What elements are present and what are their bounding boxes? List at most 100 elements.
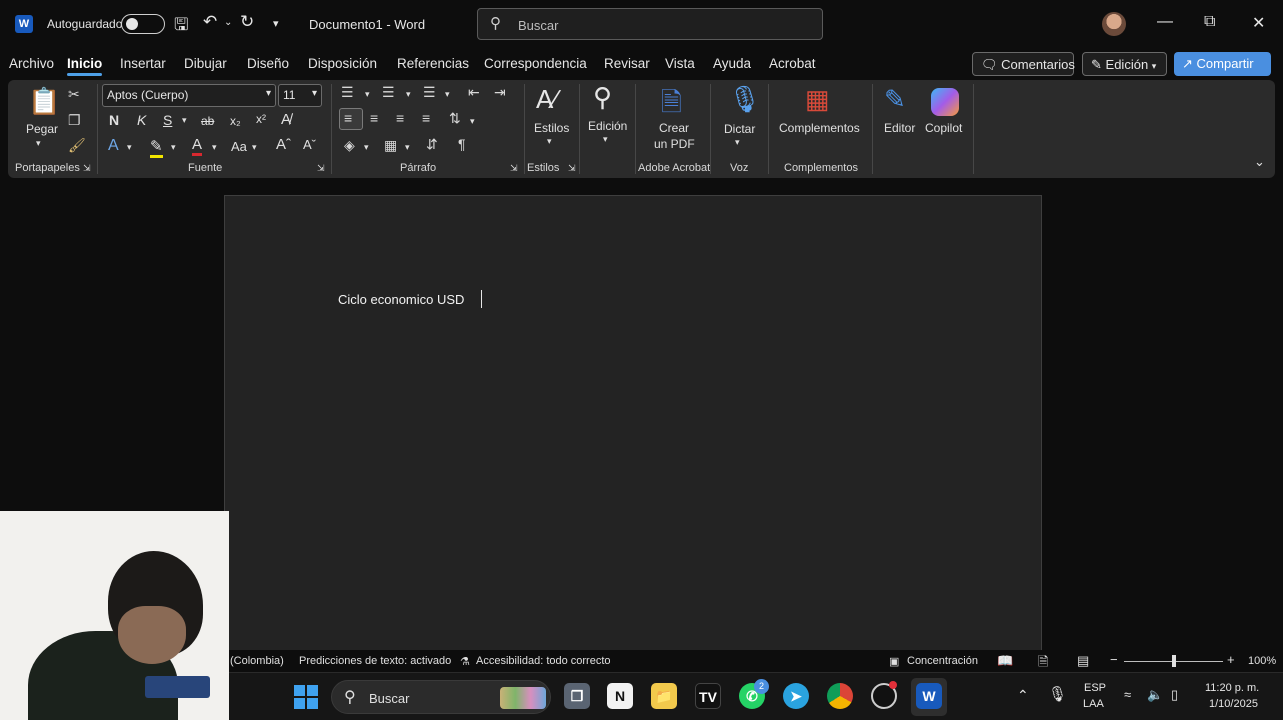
tradingview-icon[interactable]: TV bbox=[695, 683, 721, 709]
font-color-icon[interactable]: A bbox=[192, 136, 203, 156]
chevron-up-icon[interactable]: ⌃ bbox=[1017, 687, 1029, 704]
font-size-select[interactable]: 11 ▾ bbox=[278, 84, 322, 107]
find-icon[interactable]: ⚲ bbox=[593, 82, 612, 113]
tab-insertar[interactable]: Insertar bbox=[120, 56, 166, 71]
telegram-icon[interactable]: ➤ bbox=[783, 683, 809, 709]
decrease-indent-icon[interactable]: ⇤ bbox=[468, 84, 480, 101]
align-right-icon[interactable]: ≡ bbox=[396, 110, 404, 126]
text-predictions-status[interactable]: Predicciones de texto: activado bbox=[299, 655, 451, 667]
borders-icon[interactable]: ▦ bbox=[384, 137, 397, 154]
focus-button[interactable]: Concentración bbox=[907, 655, 978, 667]
volume-icon[interactable]: 🔈 bbox=[1147, 687, 1163, 703]
editor-button[interactable]: Editor bbox=[884, 121, 915, 135]
chrome-icon[interactable] bbox=[827, 683, 853, 709]
search-input[interactable]: ⚲ Buscar bbox=[477, 8, 823, 40]
zoom-in-icon[interactable]: + bbox=[1227, 652, 1235, 667]
read-mode-icon[interactable]: 📖 bbox=[997, 653, 1013, 669]
addins-button[interactable]: Complementos bbox=[779, 121, 860, 135]
microphone-tray-icon[interactable]: 🎙 bbox=[1048, 685, 1067, 703]
paste-label[interactable]: Pegar bbox=[26, 122, 58, 136]
styles-button[interactable]: Estilos bbox=[534, 121, 569, 135]
word-taskbar-icon[interactable]: W bbox=[916, 683, 942, 709]
highlight-icon[interactable]: ✎ bbox=[150, 137, 163, 158]
undo-icon[interactable]: ↶ bbox=[203, 12, 217, 32]
styles-icon[interactable]: A∕ bbox=[536, 84, 558, 115]
web-layout-icon[interactable]: ▤ bbox=[1077, 653, 1089, 669]
comments-button[interactable]: 🗨 Comentarios bbox=[972, 52, 1075, 76]
undo-dropdown-icon[interactable]: ⌄ bbox=[224, 17, 232, 28]
task-view-icon[interactable]: ❐ bbox=[564, 683, 590, 709]
input-language-2[interactable]: LAA bbox=[1083, 698, 1104, 710]
underline-dropdown-icon[interactable]: ▾ bbox=[182, 115, 187, 126]
customize-toolbar-icon[interactable]: ▾ bbox=[273, 17, 279, 30]
collapse-ribbon-icon[interactable]: ⌄ bbox=[1254, 154, 1265, 170]
chevron-down-icon[interactable]: ▾ bbox=[127, 142, 132, 153]
battery-icon[interactable]: ▯ bbox=[1171, 687, 1178, 703]
wifi-icon[interactable]: ≈ bbox=[1124, 687, 1131, 702]
clock-date[interactable]: 1/10/2025 bbox=[1209, 698, 1258, 710]
numbering-icon[interactable]: ☰ bbox=[382, 84, 395, 101]
share-button[interactable]: ↗ Compartir bbox=[1174, 52, 1271, 76]
clock-time[interactable]: 11:20 p. m. bbox=[1205, 682, 1259, 694]
increase-indent-icon[interactable]: ⇥ bbox=[494, 84, 506, 101]
justify-icon[interactable]: ≡ bbox=[422, 110, 430, 126]
font-name-select[interactable]: Aptos (Cuerpo) ▾ bbox=[102, 84, 276, 107]
align-center-icon[interactable]: ≡ bbox=[370, 110, 378, 126]
chevron-down-icon[interactable]: ▾ bbox=[603, 134, 608, 145]
chevron-down-icon[interactable]: ▾ bbox=[212, 142, 217, 153]
copy-icon[interactable]: ❐ bbox=[68, 112, 81, 129]
superscript-icon[interactable]: x² bbox=[256, 112, 266, 126]
create-pdf-label-2[interactable]: un PDF bbox=[654, 137, 695, 151]
autosave-toggle[interactable] bbox=[121, 14, 165, 34]
chevron-down-icon[interactable]: ▾ bbox=[406, 89, 411, 100]
notion-icon[interactable]: N bbox=[607, 683, 633, 709]
windows-start-icon[interactable] bbox=[294, 685, 318, 709]
accessibility-status[interactable]: Accesibilidad: todo correcto bbox=[476, 655, 611, 667]
tab-correspondencia[interactable]: Correspondencia bbox=[484, 56, 587, 71]
font-launcher-icon[interactable]: ⇲ bbox=[317, 163, 325, 174]
chevron-down-icon[interactable]: ▾ bbox=[252, 142, 257, 153]
change-case-icon[interactable]: Aa bbox=[231, 139, 247, 154]
restore-icon[interactable]: ⧉ bbox=[1204, 13, 1215, 31]
tab-inicio[interactable]: Inicio bbox=[67, 56, 103, 76]
document-page[interactable]: Ciclo economico USD bbox=[224, 195, 1042, 655]
show-formatting-icon[interactable]: ¶ bbox=[458, 136, 466, 152]
clear-formatting-icon[interactable]: A̸ bbox=[281, 111, 291, 128]
file-explorer-icon[interactable]: 📁 bbox=[651, 683, 677, 709]
chevron-down-icon[interactable]: ▾ bbox=[171, 142, 176, 153]
tab-acrobat[interactable]: Acrobat bbox=[769, 56, 816, 71]
chevron-down-icon[interactable]: ▾ bbox=[365, 89, 370, 100]
taskbar-search-input[interactable]: ⚲ Buscar bbox=[331, 680, 551, 714]
copilot-icon[interactable] bbox=[931, 88, 959, 116]
editor-icon[interactable]: ✎ bbox=[884, 84, 906, 115]
tab-disposicion[interactable]: Disposición bbox=[308, 56, 377, 71]
line-spacing-icon[interactable]: ⇅ bbox=[449, 110, 461, 127]
zoom-out-icon[interactable]: − bbox=[1110, 652, 1118, 667]
minimize-icon[interactable]: — bbox=[1157, 13, 1173, 31]
tab-diseno[interactable]: Diseño bbox=[247, 56, 289, 71]
sort-icon[interactable]: ⇵ bbox=[426, 136, 438, 153]
save-icon[interactable]: 🖫 bbox=[174, 12, 188, 41]
underline-button[interactable]: S bbox=[163, 112, 172, 128]
zoom-slider-thumb[interactable] bbox=[1171, 655, 1176, 667]
create-pdf-label-1[interactable]: Crear bbox=[659, 121, 689, 135]
align-left-icon[interactable]: ≡ bbox=[344, 110, 352, 126]
tab-dibujar[interactable]: Dibujar bbox=[184, 56, 227, 71]
format-painter-icon[interactable]: 🖌 bbox=[68, 137, 86, 154]
language-status[interactable]: (Colombia) bbox=[230, 655, 284, 667]
grow-font-icon[interactable]: Aˆ bbox=[276, 136, 291, 153]
chevron-down-icon[interactable]: ▾ bbox=[547, 136, 552, 147]
microphone-icon[interactable]: 🎙 bbox=[728, 84, 761, 115]
cut-icon[interactable]: ✂ bbox=[68, 86, 80, 103]
addins-icon[interactable]: ▦ bbox=[805, 84, 830, 115]
subscript-icon[interactable]: x₂ bbox=[230, 114, 241, 128]
multilevel-list-icon[interactable]: ☰ bbox=[423, 84, 436, 101]
chevron-down-icon[interactable]: ▾ bbox=[445, 89, 450, 100]
shading-icon[interactable]: ◈ bbox=[344, 137, 355, 154]
avatar[interactable] bbox=[1102, 12, 1126, 36]
styles-launcher-icon[interactable]: ⇲ bbox=[568, 163, 576, 174]
tab-archivo[interactable]: Archivo bbox=[9, 56, 54, 71]
strikethrough-icon[interactable]: ab bbox=[201, 114, 214, 128]
text-effects-icon[interactable]: A bbox=[108, 137, 119, 155]
paste-dropdown-icon[interactable]: ▾ bbox=[36, 138, 41, 149]
